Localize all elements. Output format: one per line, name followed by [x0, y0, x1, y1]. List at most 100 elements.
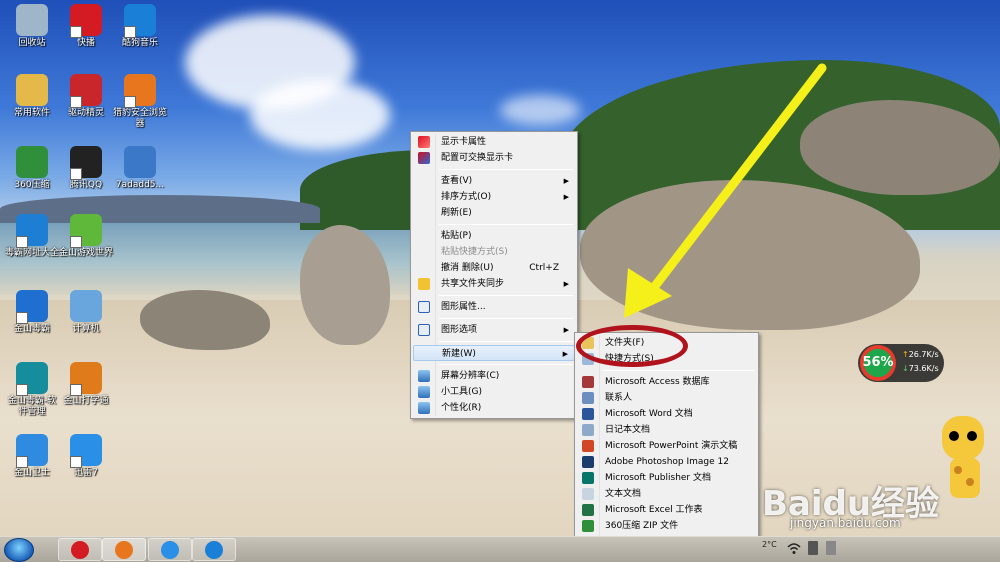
app-icon: [16, 214, 48, 248]
new-submenu-item[interactable]: Adobe Photoshop Image 12: [577, 454, 756, 470]
upload-speed-value: 26.7K/s: [908, 350, 939, 359]
desktop-icon-label: 计算机: [72, 324, 100, 334]
submenu-arrow-icon: ▶: [563, 326, 569, 334]
desktop-context-menu: 显示卡属性 配置可交换显示卡 查看(V) ▶ 排序方式(O) ▶ 刷新(E) 粘…: [410, 131, 578, 419]
desktop-icon[interactable]: 驱动精灵: [58, 74, 114, 119]
new-submenu-item[interactable]: 联系人: [577, 390, 756, 406]
desktop-icon-label: 金山毒霸: [13, 324, 50, 334]
new-submenu-item[interactable]: 360压缩 ZIP 文件: [577, 518, 756, 534]
file-type-icon: [582, 440, 594, 452]
desktop-icon[interactable]: 酷狗音乐: [112, 4, 168, 49]
app-icon: [16, 362, 48, 396]
desktop-icon-label: 驱动精灵: [67, 108, 104, 118]
sync-folder-icon: [418, 278, 430, 290]
submenu-arrow-icon: ▶: [563, 193, 569, 201]
desktop-icon[interactable]: 金山游戏世界: [58, 214, 114, 259]
taskbar-button-kuaibo[interactable]: [58, 538, 102, 561]
desktop-icon-label: 猎豹安全浏览器: [112, 108, 167, 129]
menu-item-label: 小工具(G): [441, 387, 482, 397]
personalize-icon: [418, 402, 430, 414]
usage-gauge: 56%: [860, 345, 896, 381]
menu-item-label: Microsoft Publisher 文档: [605, 473, 711, 483]
wifi-icon[interactable]: [786, 540, 802, 556]
new-submenu-item[interactable]: Microsoft Publisher 文档: [577, 470, 756, 486]
menu-item-label: 撤消 删除(U): [441, 263, 494, 273]
desktop-icon[interactable]: 7adadd5...: [112, 146, 168, 191]
desktop-icon-label: 毒霸网址大全: [4, 248, 59, 258]
file-type-icon: [582, 392, 594, 404]
tray-temperature: 2°C: [762, 540, 777, 549]
new-submenu-item[interactable]: Microsoft PowerPoint 演示文稿: [577, 438, 756, 454]
download-speed-value: 73.6K/s: [908, 364, 939, 373]
menu-item-new[interactable]: 新建(W) ▶: [413, 345, 575, 361]
desktop-icon[interactable]: 腾讯QQ: [58, 146, 114, 191]
new-submenu-item[interactable]: 文本文档: [577, 486, 756, 502]
menu-item-graphics-options[interactable]: 图形选项 ▶: [413, 322, 575, 338]
app-icon: [124, 74, 156, 108]
desktop-icon[interactable]: 常用软件: [4, 74, 60, 119]
display-card-icon: [418, 136, 430, 148]
menu-item-label: 刷新(E): [441, 208, 472, 218]
app-icon: [70, 434, 102, 468]
submenu-arrow-icon: ▶: [562, 350, 568, 358]
start-button[interactable]: [4, 538, 34, 562]
desktop-icon[interactable]: 猎豹安全浏览器: [112, 74, 168, 130]
menu-item-label: 联系人: [605, 393, 633, 403]
new-submenu-item[interactable]: 日记本文档: [577, 422, 756, 438]
new-submenu-item[interactable]: Microsoft Access 数据库: [577, 374, 756, 390]
menu-item-refresh[interactable]: 刷新(E): [413, 205, 575, 221]
desktop-icon-label: 腾讯QQ: [69, 180, 103, 190]
menu-item-screen-resolution[interactable]: 屏幕分辨率(C): [413, 368, 575, 384]
desktop-icon[interactable]: 计算机: [58, 290, 114, 335]
network-speed-widget[interactable]: 56% ↑26.7K/s ↓73.6K/s: [858, 344, 944, 382]
menu-item-gadgets[interactable]: 小工具(G): [413, 384, 575, 400]
menu-item-personalize[interactable]: 个性化(R): [413, 400, 575, 416]
giraffe-gadget-icon: [942, 416, 984, 498]
file-type-icon: [582, 504, 594, 516]
tray-icon[interactable]: [826, 541, 836, 555]
monitor-icon: [418, 370, 430, 382]
desktop-icon[interactable]: 360压缩: [4, 146, 60, 191]
taskbar-button-kugou[interactable]: [192, 538, 236, 561]
new-submenu: 文件夹(F) 快捷方式(S) Microsoft Access 数据库 联系人 Micr…: [574, 332, 759, 553]
desktop-icon[interactable]: 金山毒霸-软件管理: [4, 362, 60, 418]
menu-item-display-card-properties[interactable]: 显示卡属性: [413, 134, 575, 150]
menu-item-label: 个性化(R): [441, 403, 482, 413]
file-type-icon: [582, 488, 594, 500]
taskbar-button-liebao[interactable]: [102, 538, 146, 561]
desktop-icon[interactable]: 金山毒霸: [4, 290, 60, 335]
file-type-icon: [582, 456, 594, 468]
menu-item-paste[interactable]: 粘贴(P): [413, 228, 575, 244]
red-circle-annotation: [576, 325, 688, 367]
menu-item-sort-by[interactable]: 排序方式(O) ▶: [413, 189, 575, 205]
app-icon: [124, 4, 156, 38]
menu-item-label: 查看(V): [441, 176, 473, 186]
kugou-icon: [205, 541, 223, 559]
app-icon: [16, 434, 48, 468]
menu-item-label: Microsoft Access 数据库: [605, 377, 710, 387]
new-submenu-item[interactable]: Microsoft Excel 工作表: [577, 502, 756, 518]
new-submenu-item[interactable]: Microsoft Word 文档: [577, 406, 756, 422]
menu-item-shared-folder-sync[interactable]: 共享文件夹同步 ▶: [413, 276, 575, 292]
desktop-icon[interactable]: 毒霸网址大全: [4, 214, 60, 259]
file-type-icon: [582, 520, 594, 532]
desktop-icon[interactable]: 金山卫士: [4, 434, 60, 479]
menu-item-label: 排序方式(O): [441, 192, 492, 202]
menu-separator: [439, 224, 573, 225]
menu-item-view[interactable]: 查看(V) ▶: [413, 173, 575, 189]
desktop-icon-label: 迅雷7: [74, 468, 98, 478]
desktop-icon[interactable]: 回收站: [4, 4, 60, 49]
taskbar-button-xunlei[interactable]: [148, 538, 192, 561]
menu-item-label: 图形属性...: [441, 302, 486, 312]
menu-separator: [439, 169, 573, 170]
desktop-icon[interactable]: 金山打字通: [58, 362, 114, 407]
desktop-icon[interactable]: 迅雷7: [58, 434, 114, 479]
battery-icon[interactable]: [808, 541, 818, 555]
desktop-icon[interactable]: 快播: [58, 4, 114, 49]
file-type-icon: [582, 424, 594, 436]
menu-item-label: 屏幕分辨率(C): [441, 371, 500, 381]
menu-item-undo-delete[interactable]: 撤消 删除(U) Ctrl+Z: [413, 260, 575, 276]
menu-item-switchable-graphics[interactable]: 配置可交换显示卡: [413, 150, 575, 166]
menu-item-paste-shortcut[interactable]: 粘贴快捷方式(S): [413, 244, 575, 260]
menu-item-graphics-properties[interactable]: 图形属性...: [413, 299, 575, 315]
